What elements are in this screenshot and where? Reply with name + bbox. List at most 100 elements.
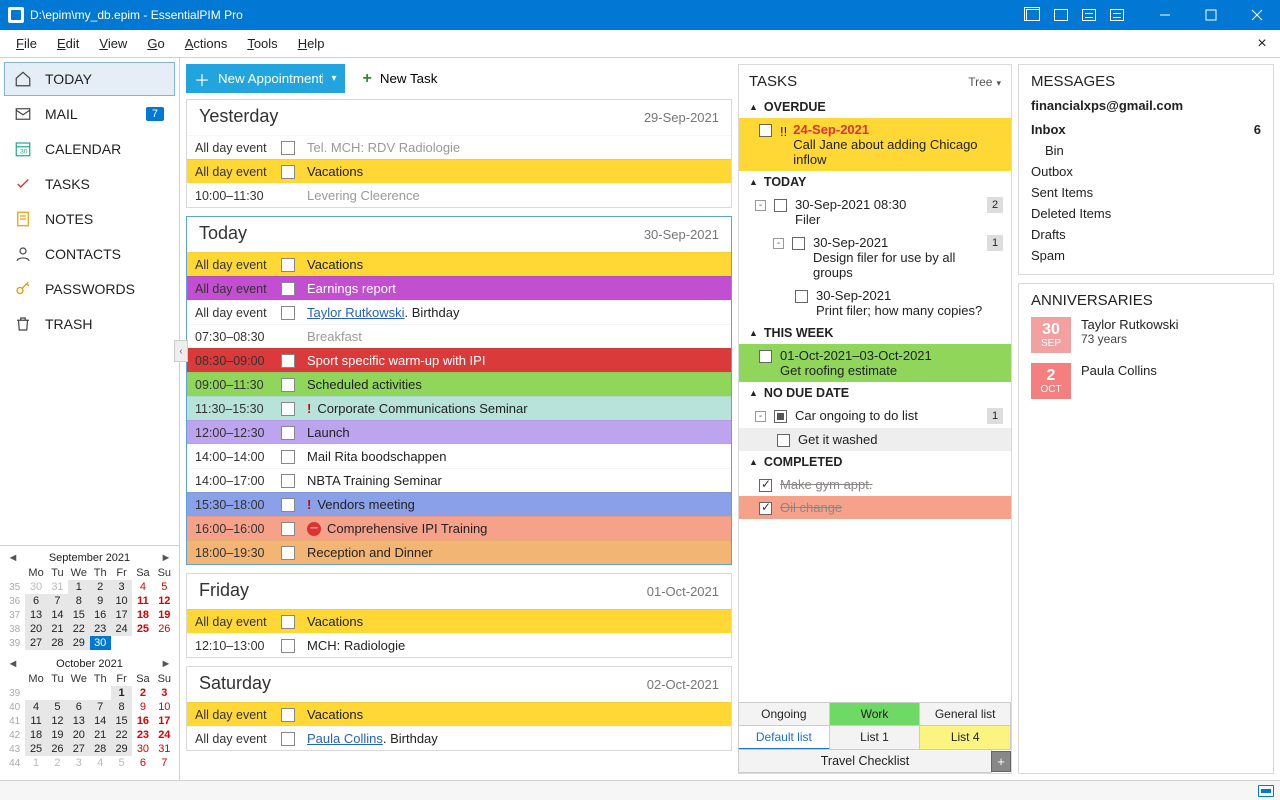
task-group-header[interactable]: ▲COMPLETED [739,451,1011,473]
cal-day[interactable]: 28 [90,742,111,756]
mini-calendar-oct[interactable]: ◄October 2021►MoTuWeThFrSaSu391234045678… [4,656,175,770]
event-checkbox[interactable] [281,615,295,629]
nav-passwords[interactable]: PASSWORDS [4,272,175,306]
month-title[interactable]: September 2021 [49,552,130,564]
mail-folder[interactable]: Inbox6 [1031,119,1261,140]
task-tab-travel[interactable]: Travel Checklist [738,749,992,773]
cal-day[interactable]: 27 [25,636,46,650]
cal-day[interactable]: 16 [90,608,111,622]
cal-day[interactable]: 18 [132,608,153,622]
cal-day[interactable]: 15 [111,714,132,728]
task-group-header[interactable]: ▲OVERDUE [739,96,1011,118]
menu-actions[interactable]: Actions [175,32,238,55]
cal-day[interactable]: 14 [90,714,111,728]
cal-day[interactable]: 29 [68,636,89,650]
cal-day[interactable]: 18 [25,728,46,742]
new-appointment-button[interactable]: ＋ New Appointment ▾ [186,64,345,93]
cal-day[interactable]: 1 [68,580,89,594]
cal-day[interactable]: 30 [25,580,46,594]
window-layout-buttons[interactable] [1026,9,1124,21]
next-month[interactable]: ► [159,552,173,564]
task-checkbox[interactable] [774,199,787,212]
cal-day[interactable]: 31 [154,742,175,756]
cal-day[interactable]: 17 [154,714,175,728]
add-tab-button[interactable]: + [991,751,1011,772]
cal-day[interactable]: 11 [132,594,153,608]
tree-toggle[interactable]: - [755,411,766,422]
keyboard-icon[interactable] [1258,785,1274,797]
cal-day[interactable]: 16 [132,714,153,728]
task-group-header[interactable]: ▲NO DUE DATE [739,382,1011,404]
cal-day[interactable]: 5 [111,756,132,770]
cal-day[interactable]: 13 [68,714,89,728]
task-checkbox[interactable] [795,290,808,303]
nav-mail[interactable]: MAIL7 [4,97,175,131]
nav-notes[interactable]: NOTES [4,202,175,236]
tasks-view-dropdown[interactable]: Tree▾ [968,75,1001,89]
mini-calendar-sep[interactable]: ◄September 2021►MoTuWeThFrSaSu3530311234… [4,550,175,650]
cal-day[interactable]: 24 [154,728,175,742]
task-row[interactable]: 01-Oct-2021–03-Oct-2021 Get roofing esti… [739,344,1011,382]
task-row[interactable]: -30-Sep-2021 Design filer for use by all… [739,231,1011,284]
event-row[interactable]: 15:30–18:00!Vendors meeting [187,492,731,516]
mail-folder[interactable]: Sent Items [1031,182,1261,203]
event-checkbox[interactable] [281,708,295,722]
dropdown-icon[interactable]: ▾ [322,73,344,84]
cal-day[interactable]: 4 [90,756,111,770]
cal-day[interactable] [132,636,153,650]
cal-day[interactable]: 3 [154,686,175,700]
event-row[interactable]: 16:00–16:00─Comprehensive IPI Training [187,516,731,540]
menu-go[interactable]: Go [137,32,174,55]
menu-view[interactable]: View [89,32,137,55]
task-checkbox[interactable] [774,410,787,423]
cal-day[interactable]: 30 [132,742,153,756]
cal-day[interactable] [47,686,68,700]
event-row[interactable]: 14:00–17:00NBTA Training Seminar [187,468,731,492]
menu-tools[interactable]: Tools [237,32,287,55]
cal-day[interactable]: 6 [25,594,46,608]
task-group-header[interactable]: ▲THIS WEEK [739,322,1011,344]
cal-day[interactable]: 26 [47,742,68,756]
cal-day[interactable]: 8 [111,700,132,714]
task-row[interactable]: -30-Sep-2021 08:30 Filer2 [739,193,1011,231]
event-row[interactable]: 12:00–12:30Launch [187,420,731,444]
cal-day[interactable]: 29 [111,742,132,756]
cal-day[interactable]: 13 [25,608,46,622]
cal-day[interactable]: 15 [68,608,89,622]
cal-day[interactable]: 25 [132,622,153,636]
task-row[interactable]: Get it washed [739,428,1011,451]
cal-day[interactable] [154,636,175,650]
cal-day[interactable]: 1 [111,686,132,700]
event-row[interactable]: 10:00–11:30Levering Cleerence [187,183,731,207]
cal-day[interactable] [90,686,111,700]
event-checkbox[interactable] [281,141,295,155]
tree-toggle[interactable]: - [773,238,784,249]
event-checkbox[interactable] [281,732,295,746]
event-row[interactable]: 18:00–19:30Reception and Dinner [187,540,731,564]
task-row[interactable]: Oil change [739,496,1011,519]
event-row[interactable]: 12:10–13:00MCH: Radiologie [187,633,731,657]
event-row[interactable]: All day eventEarnings report [187,276,731,300]
event-checkbox[interactable] [281,258,295,272]
event-row[interactable]: All day eventVacations [187,609,731,633]
nav-calendar[interactable]: 30CALENDAR [4,132,175,166]
event-checkbox[interactable] [281,306,295,320]
new-task-button[interactable]: + New Task [353,64,448,93]
nav-tasks[interactable]: TASKS [4,167,175,201]
tab-close-button[interactable]: × [1250,35,1274,53]
event-checkbox[interactable] [281,522,295,536]
event-row[interactable]: 11:30–15:30!Corporate Communications Sem… [187,396,731,420]
cal-day[interactable]: 14 [47,608,68,622]
mail-folder[interactable]: Deleted Items [1031,203,1261,224]
task-tab[interactable]: Work [829,702,921,726]
cal-day[interactable]: 20 [25,622,46,636]
cal-day[interactable]: 2 [90,580,111,594]
cal-day[interactable]: 22 [111,728,132,742]
close-button[interactable] [1234,0,1280,30]
cal-day[interactable] [25,686,46,700]
cal-day[interactable]: 23 [132,728,153,742]
event-checkbox[interactable] [281,498,295,512]
contact-link[interactable]: Paula Collins [307,731,383,746]
cal-day[interactable] [68,686,89,700]
cal-day[interactable]: 17 [111,608,132,622]
